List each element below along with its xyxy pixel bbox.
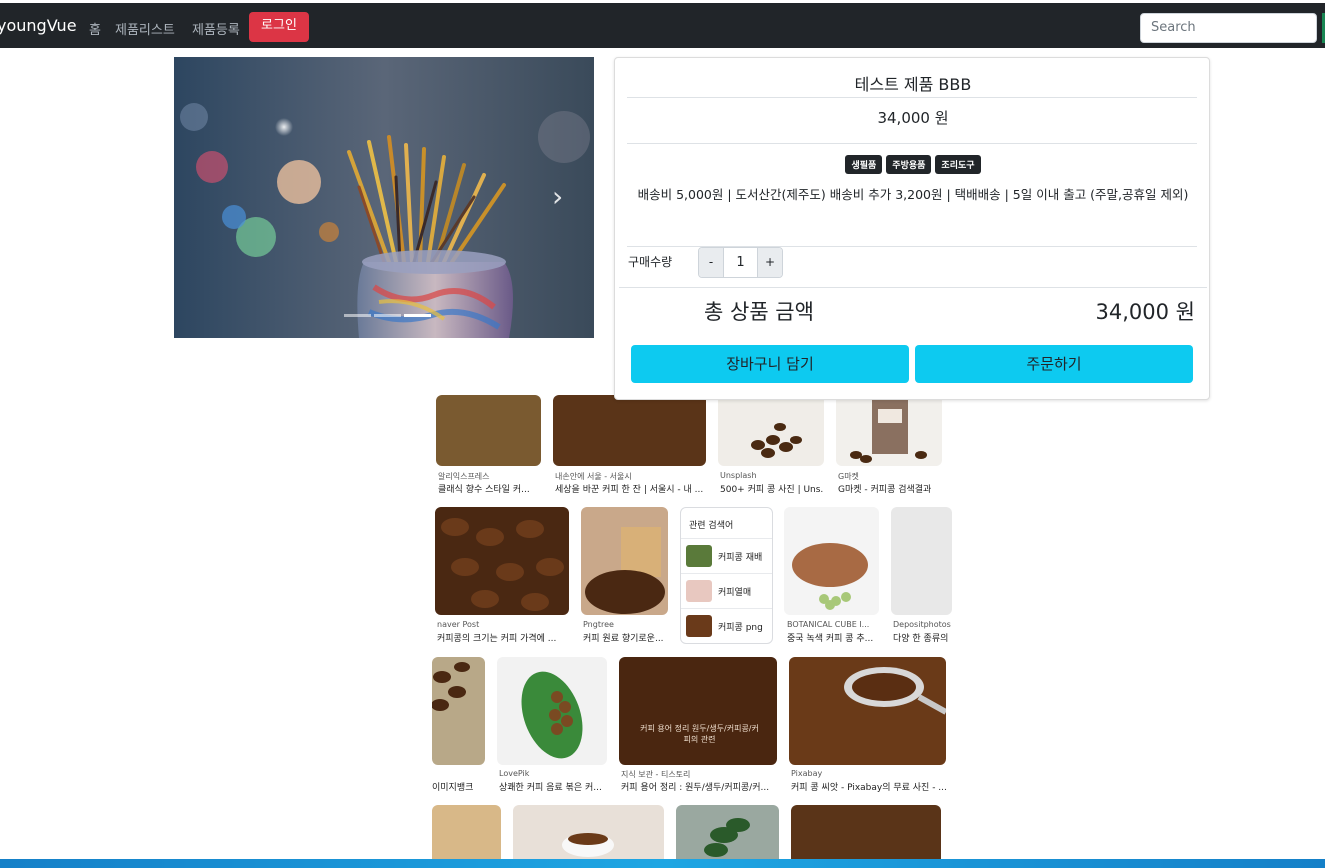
add-to-cart-button[interactable]: 장바구니 담기 [631,345,909,383]
divider [619,287,1207,288]
quantity-stepper: - 1 + [698,247,783,278]
product-detail-card: 테스트 제품 BBB 34,000 원 생필품 주방용품 조리도구 배송비 5,… [614,57,1210,400]
result-source: LovePik [499,769,530,778]
result-source: Unsplash [720,471,757,480]
carousel-indicator-1[interactable] [344,314,371,317]
result-tile[interactable] [497,657,607,765]
result-source: 알리익스프레스 [438,472,490,481]
nav-home-link[interactable]: 홈 [89,19,101,38]
result-title[interactable]: 중국 녹색 커피 콩 추... [787,631,879,644]
result-source: naver Post [437,620,480,629]
result-title[interactable]: G마켓 - 커피콩 검색결과 [838,482,942,495]
tag-badge: 생필품 [845,155,883,174]
result-tile[interactable] [791,805,941,865]
quantity-decrease-button[interactable]: - [699,248,723,277]
result-tile[interactable] [718,395,824,466]
result-tile[interactable] [676,805,779,865]
related-searches-heading: 관련 검색어 [689,521,734,531]
result-tile[interactable] [432,657,485,765]
result-source: Pixabay [791,769,823,778]
quantity-label: 구매수량 [628,255,673,269]
result-tile[interactable]: 커피 용어 정리 원두/생두/커피콩/커피의 관련 [619,657,777,765]
carousel-indicator-2[interactable] [374,314,401,317]
product-price: 34,000 원 [877,109,949,127]
result-title[interactable]: 커피콩의 크기는 커피 가격에 ... [437,631,569,644]
result-source: G마켓 [838,472,859,481]
total-price-value: 34,000 원 [1095,300,1195,324]
chevron-right-icon[interactable]: › [552,180,563,213]
result-title[interactable]: 커피 콩 씨앗 - Pixabay의 무료 사진 - ... [791,780,946,793]
result-tile[interactable] [789,657,946,765]
divider [627,143,1197,144]
result-title[interactable]: 다양 한 종류의 [893,631,952,644]
result-title[interactable]: 커피 용어 정리 : 원두/생두/커피콩/커... [621,780,777,793]
result-source: 내손안에 서울 - 서울시 [555,472,632,481]
order-button[interactable]: 주문하기 [915,345,1193,383]
nav-product-list-link[interactable]: 제품리스트 [115,19,175,38]
result-source: Pngtree [583,620,614,629]
result-title[interactable]: 상쾌한 커피 음료 볶은 커... [499,780,607,793]
paintbrush-jar-image [174,57,594,338]
os-taskbar [0,859,1325,868]
result-title[interactable]: 세상을 바꾼 커피 한 잔 | 서울시 - 내 ... [555,482,705,495]
result-tile[interactable] [435,507,569,615]
result-tile[interactable] [436,395,541,466]
total-price-label: 총 상품 금액 [704,300,814,324]
result-title[interactable]: 500+ 커피 콩 사진 | Uns... [720,482,824,495]
nav-product-register-link[interactable]: 제품등록 [192,19,240,38]
result-tile[interactable] [784,507,879,615]
tag-badge: 조리도구 [935,155,981,174]
tag-badge: 주방용품 [886,155,932,174]
result-tile[interactable] [432,805,501,865]
related-search-item[interactable]: 커피콩 png [681,608,772,642]
result-source: BOTANICAL CUBE I... [787,620,870,629]
result-tile[interactable] [553,395,706,466]
result-tile[interactable] [513,805,664,865]
shipping-info: 배송비 5,000원 | 도서산간(제주도) 배송비 추가 3,200원 | 택… [637,187,1189,202]
navbar: youngVue 홈 제품리스트 제품등록 로그인 Search [0,3,1325,48]
quantity-input[interactable]: 1 [723,248,758,277]
related-search-item[interactable]: 커피열매 [681,573,772,607]
login-button[interactable]: 로그인 [249,12,309,42]
carousel-indicator-3[interactable] [404,314,431,317]
result-source: 지식 보관 - 티스토리 [621,770,691,779]
result-title[interactable]: 이미지뱅크 [432,780,487,793]
result-tile[interactable] [581,507,668,615]
result-title[interactable]: 클래식 향수 스타일 커... [438,482,543,495]
quantity-increase-button[interactable]: + [758,248,782,277]
result-source: Depositphotos [893,620,951,629]
product-image-carousel [174,57,594,338]
image-overlay-text: 커피 용어 정리 원두/생두/커피콩/커피의 관련 [640,724,759,744]
search-input[interactable]: Search [1140,13,1317,43]
result-tile[interactable] [836,395,942,466]
product-tags: 생필품 주방용품 조리도구 [615,155,1211,174]
related-search-item[interactable]: 커피콩 재배 [681,538,772,572]
brand-logo[interactable]: youngVue [0,16,77,35]
result-title[interactable]: 커피 원료 향기로운... [583,631,669,644]
result-tile[interactable] [891,507,952,615]
product-title: 테스트 제품 BBB [854,75,972,94]
related-searches-box: 관련 검색어 커피콩 재배 커피열매 커피콩 png [680,507,773,644]
divider [627,97,1197,98]
